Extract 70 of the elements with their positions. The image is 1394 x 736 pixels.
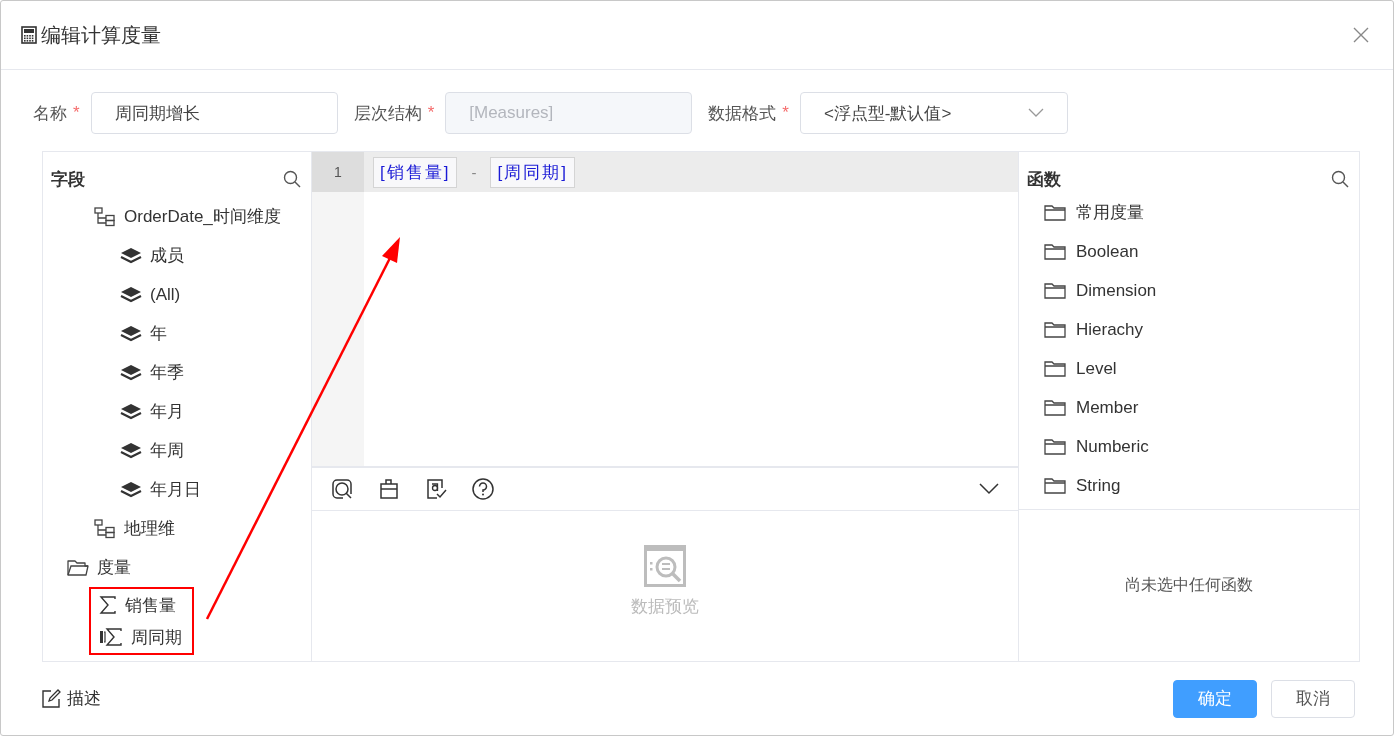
tree-item[interactable]: 年月日 [43,470,311,509]
tree-item[interactable]: 年周 [43,431,311,470]
preview-label: 数据预览 [631,596,699,618]
layers-icon [120,285,142,304]
folder-icon [1044,437,1066,456]
function-category[interactable]: Numberic [1019,427,1359,466]
calculator-icon [21,26,37,44]
input-field[interactable]: 周同期增长 [90,92,338,134]
field-label: 数据格式 [708,102,777,125]
required-mark: * [73,103,80,123]
tree-item[interactable]: 度量 [43,548,311,587]
help-icon[interactable] [472,478,494,500]
layers-icon [120,402,142,421]
layers-icon [120,246,142,265]
hierarchy-icon [94,518,116,539]
tree-item[interactable]: 地理维 [43,509,311,548]
folder-icon [1044,359,1066,378]
describe-link[interactable]: 描述 [41,687,101,710]
tree-item[interactable]: OrderDate_时间维度 [43,197,311,236]
field-label: 层次结构 [353,102,422,125]
function-category[interactable]: 常用度量 [1019,193,1359,232]
operator: - [471,163,477,181]
layers-icon [120,363,142,382]
layers-icon [120,441,142,460]
function-category[interactable]: Dimension [1019,271,1359,310]
tree-item[interactable]: 年季 [43,353,311,392]
sigma-icon [99,596,117,614]
spellcheck-icon[interactable] [425,478,447,500]
empty-message: 尚未选中任何函数 [1125,575,1253,595]
panel-title: 字段 [51,168,85,191]
search-icon[interactable] [283,170,301,188]
layers-icon [120,480,142,499]
function-category[interactable]: Hierachy [1019,310,1359,349]
dialog-title: 编辑计算度量 [41,22,161,48]
field-token[interactable]: [周同期] [490,156,575,188]
cancel-button[interactable]: 取消 [1271,679,1355,718]
tree-item[interactable]: 年 [43,314,311,353]
edit-icon [41,688,61,709]
folder-icon [1044,476,1066,495]
required-mark: * [427,103,435,123]
function-category[interactable]: Level [1019,349,1359,388]
tree-item[interactable]: 周同期 [91,621,192,653]
function-category[interactable]: Member [1019,388,1359,427]
folder-icon [1044,281,1066,300]
line-number: 1 [312,152,364,192]
field-label: 名称 [33,102,67,125]
folder-icon [1044,203,1066,222]
tree-item[interactable]: 成员 [43,236,311,275]
preview-icon[interactable] [331,478,353,500]
chevron-down-icon [1027,108,1044,118]
calculated-sigma-icon [99,628,123,646]
function-category[interactable]: Boolean [1019,232,1359,271]
folder-icon [67,558,89,577]
format-dropdown[interactable]: <浮点型-默认值> [799,92,1068,134]
required-mark: * [782,103,789,123]
search-icon[interactable] [1331,170,1349,188]
clipboard-icon[interactable] [378,478,400,500]
panel-title: 函数 [1027,168,1061,191]
tree-item[interactable]: 年月 [43,392,311,431]
folder-icon [1044,242,1066,261]
function-category[interactable]: String [1019,466,1359,505]
tree-item[interactable]: (All) [43,275,311,314]
layers-icon [120,324,142,343]
data-preview-icon [644,545,686,587]
folder-icon [1044,398,1066,417]
field-token[interactable]: [销售量] [373,156,458,188]
folder-icon [1044,320,1066,339]
tree-item[interactable]: 销售量 [91,589,192,621]
hierarchy-icon [94,206,116,227]
chevron-down-icon[interactable] [979,483,999,495]
